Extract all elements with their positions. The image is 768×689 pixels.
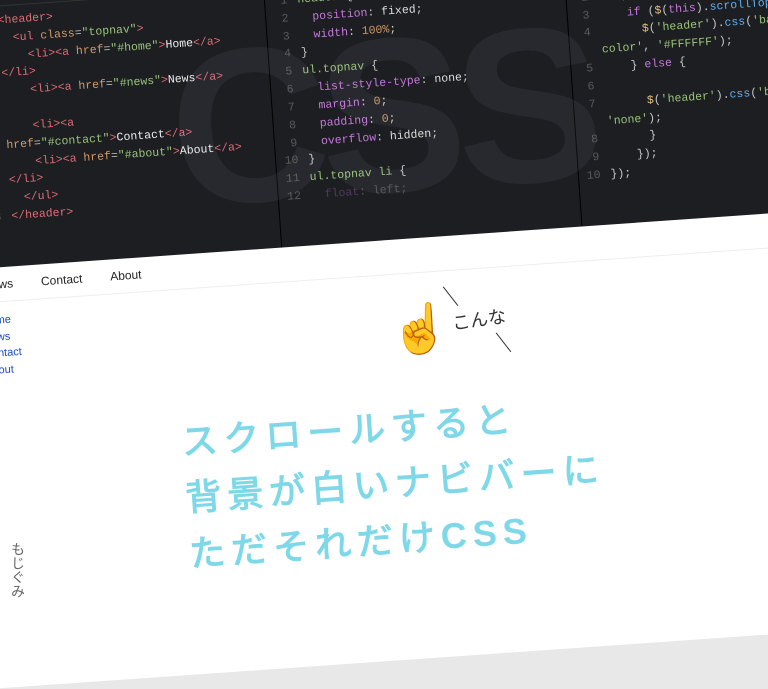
nav-link[interactable]: About bbox=[110, 267, 142, 283]
css-code[interactable]: 1header { 2 position: fixed; 3 width: 10… bbox=[264, 0, 578, 213]
headline: スクロールすると 背景が白いナビバーに ただそれだけCSS bbox=[180, 386, 611, 582]
site-logo: もじぐみ bbox=[6, 542, 26, 598]
html-code[interactable]: 1<header> 2 <ul class="topnav"> 3 <li><a… bbox=[0, 0, 279, 234]
js-code[interactable]: 1$(document).ready(function() 2 $(window… bbox=[564, 0, 768, 192]
hand-cursor-icon: ☝ bbox=[389, 299, 451, 358]
nav-link[interactable]: News bbox=[0, 276, 14, 292]
nav-link[interactable]: Contact bbox=[41, 272, 83, 289]
